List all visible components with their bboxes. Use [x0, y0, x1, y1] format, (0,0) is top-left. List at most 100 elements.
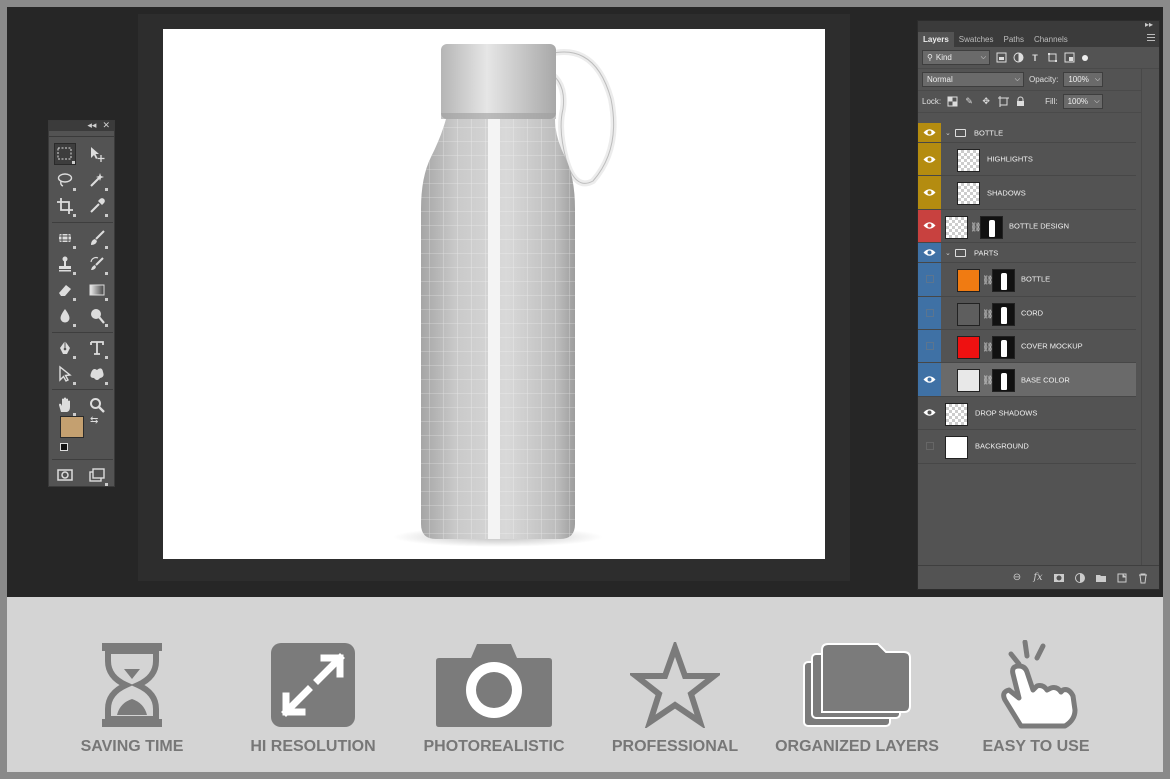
layer-row[interactable]: ⛓ BOTTLE: [918, 263, 1136, 297]
layer-mask-thumbnail[interactable]: [980, 215, 1003, 239]
layer-thumbnail[interactable]: [957, 302, 980, 326]
eraser-tool[interactable]: [54, 279, 76, 301]
visibility-eye-icon[interactable]: [918, 363, 941, 396]
default-colors-icon[interactable]: [60, 443, 68, 451]
screen-mode-icon[interactable]: [86, 464, 108, 486]
layer-row[interactable]: ⛓ COVER MOCKUP: [918, 329, 1136, 364]
swap-colors-icon[interactable]: ⇆: [90, 415, 98, 426]
lock-artboard-icon[interactable]: [997, 96, 1009, 108]
layer-name: BACKGROUND: [975, 441, 1029, 451]
filter-adjustment-icon[interactable]: [1012, 52, 1024, 64]
tab-swatches[interactable]: Swatches: [954, 32, 999, 47]
visibility-off-icon[interactable]: [918, 296, 941, 329]
brush-tool[interactable]: [86, 227, 108, 249]
filter-toggle-icon[interactable]: [1082, 54, 1088, 61]
magic-wand-tool[interactable]: [86, 169, 108, 191]
layer-mask-thumbnail[interactable]: [992, 302, 1015, 326]
lasso-tool[interactable]: [54, 169, 76, 191]
layer-thumbnail[interactable]: [945, 215, 968, 239]
layer-thumbnail[interactable]: [957, 269, 980, 293]
layer-thumbnail[interactable]: [945, 436, 968, 460]
layer-thumbnail[interactable]: [957, 149, 980, 172]
filter-pixel-icon[interactable]: [995, 52, 1007, 64]
layer-row[interactable]: ⛓ BASE COLOR: [918, 363, 1136, 397]
lock-all-icon[interactable]: [1014, 96, 1026, 108]
lock-position-icon[interactable]: ✥: [980, 96, 992, 108]
move-tool[interactable]: [86, 143, 108, 165]
history-brush-tool[interactable]: [86, 253, 108, 275]
filter-type-icon[interactable]: T: [1029, 52, 1041, 64]
foreground-color-swatch[interactable]: [60, 416, 84, 438]
layer-group-row[interactable]: ⌄ BOTTLE: [918, 123, 1136, 143]
visibility-eye-icon[interactable]: [918, 143, 941, 176]
quick-mask-icon[interactable]: [54, 464, 76, 486]
new-group-icon[interactable]: [1095, 572, 1107, 584]
layer-mask-thumbnail[interactable]: [992, 269, 1015, 293]
adjustment-layer-icon[interactable]: [1074, 572, 1086, 584]
eyedropper-tool[interactable]: [86, 195, 108, 217]
opacity-label: Opacity:: [1029, 75, 1059, 84]
link-layers-icon[interactable]: ⊖: [1011, 572, 1023, 584]
layer-row[interactable]: ⛓ CORD: [918, 296, 1136, 330]
opacity-field[interactable]: 100% ⌵: [1063, 72, 1104, 87]
lock-label: Lock:: [922, 97, 942, 106]
close-icon[interactable]: ✕: [102, 121, 110, 131]
visibility-eye-icon[interactable]: [918, 176, 941, 209]
fill-field[interactable]: 100% ⌵: [1062, 94, 1103, 109]
tab-channels[interactable]: Channels: [1029, 32, 1073, 47]
panel-menu-icon[interactable]: [1147, 34, 1155, 41]
visibility-off-icon[interactable]: [918, 329, 941, 363]
healing-brush-tool[interactable]: [54, 227, 76, 249]
visibility-eye-icon[interactable]: [918, 123, 941, 142]
lock-pixels-icon[interactable]: ✎: [963, 96, 975, 108]
fx-icon[interactable]: fx: [1032, 572, 1044, 584]
layer-row[interactable]: BACKGROUND: [918, 430, 1136, 464]
layers-scrollbar[interactable]: [1141, 69, 1159, 565]
new-layer-icon[interactable]: [1116, 572, 1128, 584]
layer-row[interactable]: DROP SHADOWS: [918, 396, 1136, 431]
layer-row[interactable]: HIGHLIGHTS: [918, 143, 1136, 177]
layer-thumbnail[interactable]: [945, 402, 968, 426]
type-tool[interactable]: [86, 337, 108, 359]
filter-kind-select[interactable]: ⚲ Kind ⌵: [922, 50, 990, 65]
layer-mask-thumbnail[interactable]: [992, 369, 1015, 393]
layer-thumbnail[interactable]: [957, 182, 980, 206]
blur-tool[interactable]: [54, 305, 76, 327]
custom-shape-tool[interactable]: [86, 363, 108, 385]
hand-tool[interactable]: [54, 394, 76, 416]
visibility-off-icon[interactable]: [918, 430, 941, 462]
blend-mode-select[interactable]: Normal ⌵: [922, 72, 1024, 87]
filter-shape-icon[interactable]: [1046, 52, 1058, 64]
layer-row[interactable]: ⛓ BOTTLE DESIGN: [918, 209, 1136, 244]
collapse-icon[interactable]: ◂◂: [87, 121, 96, 131]
gradient-tool[interactable]: [86, 279, 108, 301]
visibility-eye-icon[interactable]: [918, 397, 941, 429]
visibility-off-icon[interactable]: [918, 263, 941, 296]
tab-paths[interactable]: Paths: [998, 32, 1028, 47]
tab-layers[interactable]: Layers: [918, 32, 954, 47]
visibility-eye-icon[interactable]: [918, 209, 941, 243]
pen-tool[interactable]: [54, 337, 76, 359]
folder-icon: [955, 248, 966, 257]
group-expand-icon[interactable]: ⌄: [945, 249, 951, 257]
path-selection-tool[interactable]: [54, 363, 76, 385]
marquee-tool[interactable]: [54, 143, 76, 165]
lock-transparent-icon[interactable]: [946, 96, 958, 108]
crop-tool[interactable]: [54, 195, 76, 217]
layer-row[interactable]: SHADOWS: [918, 176, 1136, 210]
zoom-tool[interactable]: [86, 394, 108, 416]
panel-grip[interactable]: [49, 131, 114, 137]
group-expand-icon[interactable]: ⌄: [945, 129, 951, 137]
layer-mask-thumbnail[interactable]: [992, 335, 1015, 359]
add-mask-icon[interactable]: [1053, 572, 1065, 584]
filter-smart-object-icon[interactable]: [1063, 52, 1075, 64]
clone-stamp-tool[interactable]: [54, 253, 76, 275]
visibility-eye-icon[interactable]: [918, 243, 941, 263]
document-canvas[interactable]: [163, 29, 825, 559]
layer-thumbnail[interactable]: [957, 369, 980, 393]
dodge-tool[interactable]: [86, 305, 108, 327]
layer-thumbnail[interactable]: [957, 335, 980, 359]
layer-group-row[interactable]: ⌄ PARTS: [918, 243, 1136, 264]
panel-collapse-icon[interactable]: ▸▸: [1145, 20, 1153, 29]
delete-layer-icon[interactable]: [1137, 572, 1149, 584]
